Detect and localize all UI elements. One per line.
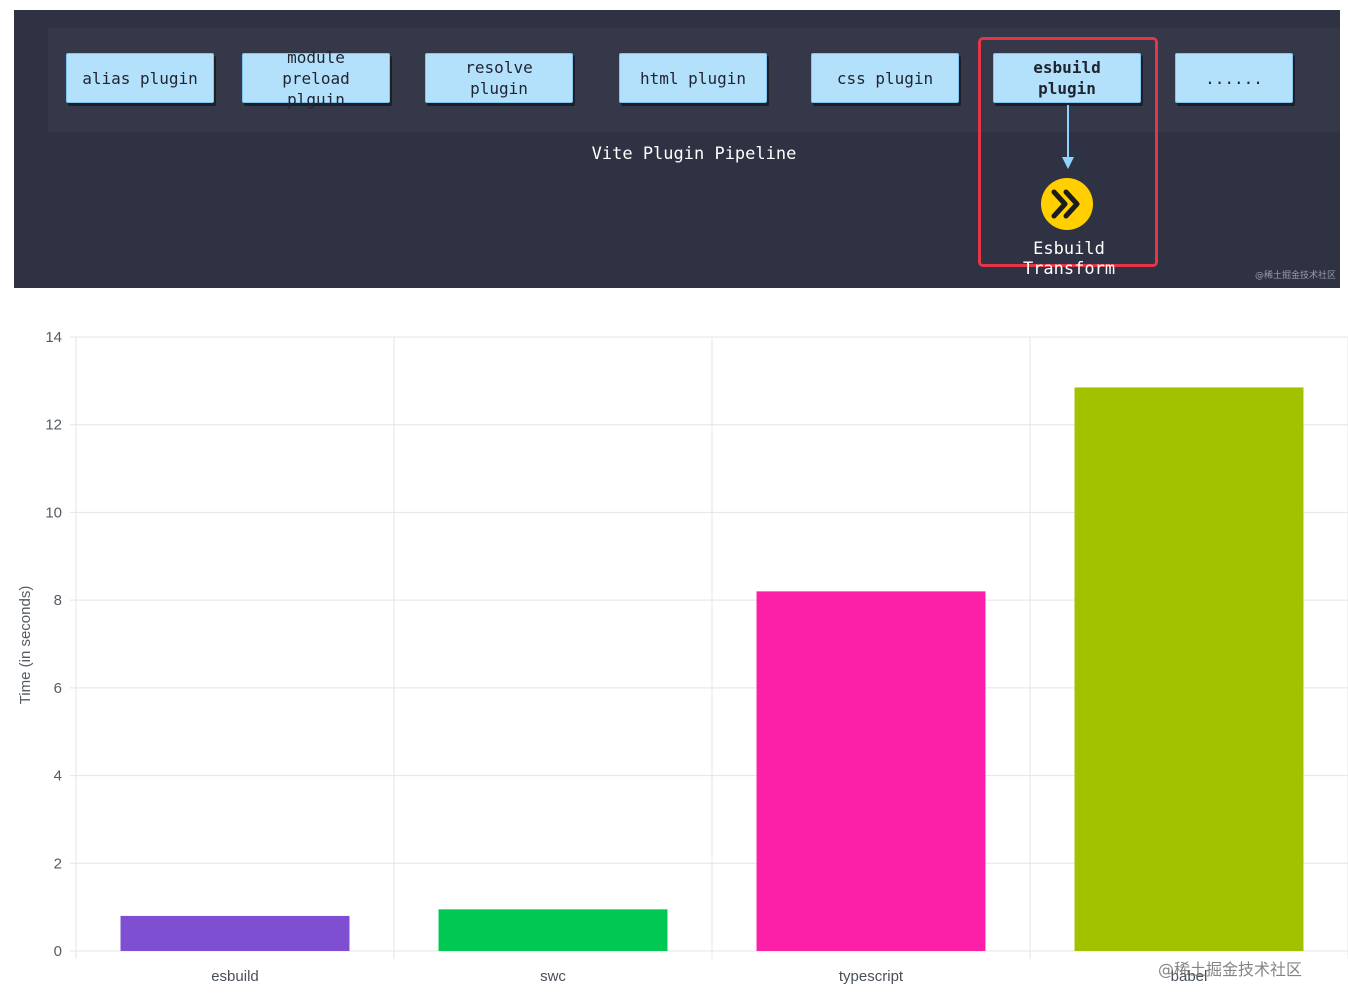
y-axis-title: Time (in seconds) xyxy=(17,586,34,705)
pipeline-caption: Vite Plugin Pipeline xyxy=(591,144,797,164)
plugin-html: html plugin xyxy=(619,53,767,103)
plugin-more: ...... xyxy=(1175,53,1293,103)
bar-esbuild xyxy=(120,915,350,951)
y-tick-label: 10 xyxy=(45,504,62,521)
y-tick-label: 6 xyxy=(54,680,62,697)
plugin-module-preload: module preload plguin xyxy=(242,48,390,109)
down-arrow-icon xyxy=(1062,105,1074,169)
plugin-resolve: resolve plugin xyxy=(425,53,573,103)
plugin-alias: alias plugin xyxy=(66,53,214,103)
plugin-resolve-label: resolve plugin xyxy=(465,58,533,98)
bottom-watermark-credit: @稀土掘金技术社区 xyxy=(1158,960,1303,979)
y-tick-label: 2 xyxy=(54,855,62,872)
x-category-label: esbuild xyxy=(211,968,259,985)
x-category-label: swc xyxy=(540,968,566,985)
y-tick-label: 8 xyxy=(54,592,62,609)
plugin-css: css plugin xyxy=(811,53,959,103)
plugin-html-label: html plugin xyxy=(640,68,746,88)
esbuild-double-chevron-icon xyxy=(1041,178,1093,230)
x-category-label: typescript xyxy=(839,968,904,985)
plugin-alias-label: alias plugin xyxy=(82,68,198,88)
top-watermark-credit: @稀土掘金技术社区 xyxy=(1254,271,1336,281)
x-axis-categories: esbuild swc typescript babel xyxy=(211,968,1207,985)
y-tick-label: 0 xyxy=(54,943,62,960)
build-time-bar-chart: 02468101214 esbuild swc typescript babel Ti… xyxy=(17,329,1348,985)
y-axis-ticks: 0 2 4 6 8 10 12 14 xyxy=(45,329,62,960)
bar-babel xyxy=(1074,387,1304,951)
y-tick-label: 12 xyxy=(45,417,62,434)
bar-typescript xyxy=(756,591,986,951)
vite-pipeline-panel: alias plugin module preload plguin resol… xyxy=(14,10,1340,288)
plugin-module-preload-label: module preload plguin xyxy=(282,47,350,109)
plugin-css-label: css plugin xyxy=(836,68,934,88)
y-tick-label: 14 xyxy=(45,329,62,346)
esbuild-transform-label: Esbuild Transform xyxy=(1022,239,1116,279)
bar-swc xyxy=(438,909,668,951)
plugin-more-label: ...... xyxy=(1205,68,1263,88)
y-tick-label: 4 xyxy=(54,768,62,785)
